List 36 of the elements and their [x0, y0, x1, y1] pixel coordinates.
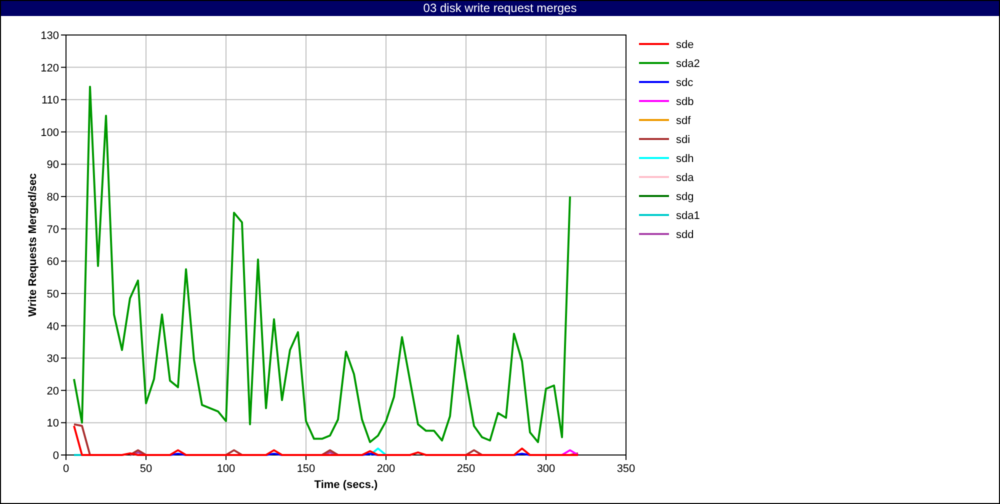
legend-label: sde — [676, 39, 694, 51]
x-tick-label: 100 — [216, 463, 236, 475]
y-tick-label: 60 — [46, 256, 59, 268]
y-tick-label: 10 — [46, 418, 59, 430]
legend-label: sdh — [676, 153, 694, 165]
window-title: 03 disk write request merges — [1, 1, 999, 16]
y-tick-label: 50 — [46, 288, 59, 300]
x-tick-label: 250 — [456, 463, 476, 475]
y-tick-label: 70 — [46, 224, 59, 236]
y-tick-label: 20 — [46, 385, 59, 398]
x-tick-label: 300 — [536, 463, 556, 475]
legend-label: sdf — [676, 115, 691, 127]
legend-label: sdb — [676, 96, 694, 108]
y-tick-label: 80 — [46, 192, 59, 204]
y-axis-title: Write Requests Merged/sec — [27, 173, 39, 317]
y-tick-label: 30 — [46, 353, 59, 366]
x-tick-label: 150 — [296, 463, 316, 475]
legend-label: sdg — [676, 191, 694, 203]
x-tick-label: 0 — [62, 463, 70, 475]
x-tick-label: 350 — [616, 463, 636, 475]
legend-label: sdi — [676, 134, 690, 146]
legend-label: sda — [676, 172, 694, 184]
y-tick-label: 0 — [52, 450, 59, 462]
y-tick-label: 130 — [40, 30, 59, 42]
y-tick-label: 120 — [40, 62, 59, 74]
legend-label: sda2 — [676, 58, 700, 70]
y-tick-label: 90 — [46, 159, 59, 172]
y-tick-label: 100 — [40, 126, 59, 139]
y-tick-label: 110 — [41, 94, 59, 107]
legend-label: sdd — [676, 229, 694, 241]
legend-label: sda1 — [676, 210, 700, 222]
legend-label: sdc — [676, 77, 694, 89]
y-tick-label: 40 — [46, 320, 59, 333]
x-tick-label: 200 — [376, 463, 396, 475]
x-tick-label: 50 — [140, 463, 152, 475]
x-axis-title: Time (secs.) — [314, 479, 378, 491]
